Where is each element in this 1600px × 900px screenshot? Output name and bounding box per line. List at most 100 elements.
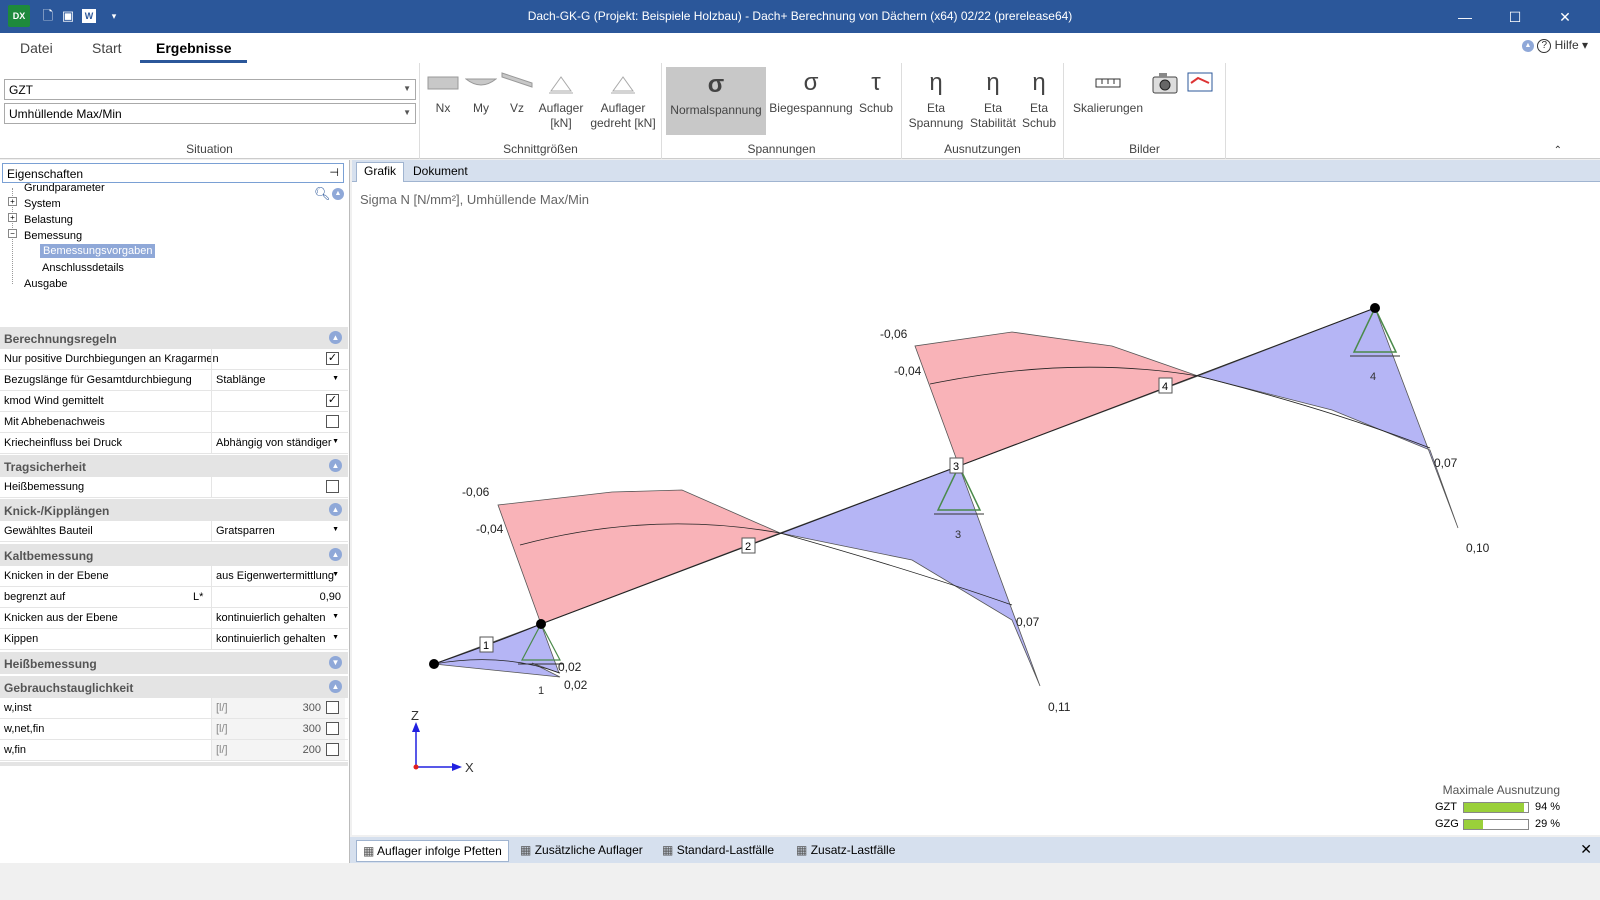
tab-datei[interactable]: Datei	[20, 40, 53, 56]
value-label: 0,02	[558, 660, 582, 674]
help-menu[interactable]: ▲ ? Hilfe ▾	[1521, 38, 1588, 53]
property-row: kmod Wind gemittelt ✓	[0, 391, 348, 412]
buckling-in-plane-select[interactable]: aus Eigenwertermittlung ▼	[211, 566, 345, 586]
property-row: w,inst [l/] 300	[0, 698, 348, 719]
tree-item-system[interactable]: System	[24, 198, 61, 210]
tab-standard-lastfaelle[interactable]: ▦ Standard-Lastfälle	[662, 843, 774, 857]
limit-input[interactable]: 0,90	[211, 587, 345, 607]
auflager-gedreht-button[interactable]: Auflager gedreht [kN]	[590, 69, 656, 131]
property-row: Heißbemessung	[0, 477, 348, 498]
camera-button[interactable]	[1150, 69, 1180, 101]
utilization-row-gzg: GZG 29 %	[1435, 818, 1560, 830]
tab-zusatz-lastfaelle[interactable]: ▦ Zusatz-Lastfälle	[796, 843, 895, 857]
property-label: Kippen	[4, 633, 39, 645]
member-select[interactable]: Gratsparren ▼	[211, 521, 345, 541]
auflager-button[interactable]: Auflager [kN]	[534, 69, 588, 131]
camera-icon	[1152, 73, 1178, 94]
my-button[interactable]: My	[464, 69, 498, 116]
tab-zusaetzliche-auflager[interactable]: ▦ Zusätzliche Auflager	[520, 843, 643, 857]
utilization-percent: 29 %	[1535, 818, 1561, 830]
stress-area-tension	[1196, 307, 1459, 529]
tab-start[interactable]: Start	[92, 40, 122, 56]
close-panel-icon[interactable]: ✕	[1580, 841, 1592, 858]
eta-icon: η	[929, 69, 943, 96]
tree-item-belastung[interactable]: Belastung	[24, 214, 73, 226]
section-tragsicherheit[interactable]: Tragsicherheit ▲	[0, 455, 348, 477]
situation-combo[interactable]: GZT ▼	[4, 79, 416, 100]
w-inst-value[interactable]: 300	[303, 702, 321, 714]
group-label: Ausnutzungen	[944, 142, 1021, 156]
chevron-down-icon: ▼	[332, 438, 339, 445]
eta-stabilitaet-button[interactable]: η Eta Stabilität	[968, 69, 1018, 131]
tab-ergebnisse[interactable]: Ergebnisse	[140, 40, 248, 63]
tree-item-anschlussdetails[interactable]: Anschlussdetails	[42, 262, 124, 274]
property-label: w,net,fin	[4, 723, 45, 735]
tree-expand-icon[interactable]: +	[8, 213, 17, 222]
checkbox-kmod-wind[interactable]: ✓	[326, 394, 339, 407]
vz-button[interactable]: Vz	[500, 69, 534, 116]
axis-gizmo: Z X	[411, 708, 474, 775]
menu-bar: Datei Start Ergebnisse ▲ ? Hilfe ▾	[0, 33, 1600, 63]
section-berechnungsregeln[interactable]: Berechnungsregeln ▲	[0, 327, 348, 349]
skalierungen-button[interactable]: Skalierungen	[1068, 69, 1148, 116]
collapse-ribbon-icon[interactable]: ▲	[1521, 39, 1534, 52]
node-label-3: 3	[953, 461, 959, 473]
property-row: Bezugslänge für Gesamtdurchbiegung Stablä…	[0, 370, 348, 391]
checkbox-w-fin[interactable]	[326, 743, 339, 756]
tree-item-grundparameter[interactable]: Grundparameter	[24, 182, 105, 194]
tree-collapse-icon[interactable]: −	[8, 229, 17, 238]
section-gebrauchstauglichkeit[interactable]: Gebrauchstauglichkeit ▲	[0, 676, 348, 698]
section-kaltbemessung[interactable]: Kaltbemessung ▲	[0, 544, 348, 566]
minimize-button[interactable]: —	[1450, 8, 1480, 26]
checkbox-w-net-fin[interactable]	[326, 722, 339, 735]
eta-spannung-button[interactable]: η Eta Spannung	[906, 69, 966, 131]
chevron-up-icon[interactable]: ▲	[329, 680, 342, 693]
my-icon	[465, 78, 497, 86]
tree-expand-icon[interactable]: +	[8, 197, 17, 206]
group-situation: GZT ▼ Umhüllende Max/Min ▼ Situation	[0, 63, 420, 159]
property-row: Knicken in der Ebene aus Eigenwertermittl…	[0, 566, 348, 587]
w-fin-value[interactable]: 200	[303, 744, 321, 756]
tipping-select[interactable]: kontinuierlich gehalten ▼	[211, 629, 345, 649]
chevron-up-icon[interactable]: ▲	[329, 548, 342, 561]
checkbox-positive-deflection[interactable]: ✓	[326, 352, 339, 365]
tree-item-ausgabe[interactable]: Ausgabe	[24, 278, 67, 290]
section-heissbemessung[interactable]: Heißbemessung ▼	[0, 652, 348, 674]
chevron-down-icon: ▼	[403, 108, 411, 117]
graphic-view: Grafik Dokument Sigma N [N/mm²], Umhülle…	[352, 160, 1600, 835]
close-button[interactable]: ✕	[1550, 8, 1580, 26]
envelope-combo[interactable]: Umhüllende Max/Min ▼	[4, 103, 416, 124]
chevron-up-icon[interactable]: ▲	[329, 331, 342, 344]
buckling-out-plane-select[interactable]: kontinuierlich gehalten ▼	[211, 608, 345, 628]
maximize-button[interactable]: ☐	[1500, 8, 1530, 26]
section-knick-kipplaengen[interactable]: Knick-/Kipplängen ▲	[0, 499, 348, 521]
checkbox-heissbemessung[interactable]	[326, 480, 339, 493]
section-title: Heißbemessung	[4, 657, 97, 671]
pin-icon[interactable]: ⊣	[329, 166, 339, 179]
group-label: Spannungen	[747, 142, 816, 156]
chevron-up-icon[interactable]: ▲	[329, 503, 342, 516]
biegespannung-button[interactable]: σ Biegespannung	[768, 69, 854, 116]
schub-button[interactable]: τ Schub	[856, 69, 896, 116]
chevron-down-icon[interactable]: ▼	[329, 656, 342, 669]
property-label: Knicken aus der Ebene	[4, 612, 118, 624]
chevron-up-icon[interactable]: ▲	[329, 459, 342, 472]
normalspannung-button[interactable]: σ Normalspannung	[666, 67, 766, 135]
tree-item-bemessungsvorgaben[interactable]: Bemessungsvorgaben	[40, 244, 156, 258]
checkbox-abhebenachweis[interactable]	[326, 415, 339, 428]
value-label: -0,04	[476, 522, 504, 536]
eta-icon: η	[1032, 69, 1046, 96]
w-net-fin-value[interactable]: 300	[303, 723, 321, 735]
sigma-icon: σ	[707, 71, 725, 98]
checkbox-w-inst[interactable]	[326, 701, 339, 714]
eta-schub-button[interactable]: η Eta Schub	[1020, 69, 1058, 131]
image-export-button[interactable]	[1184, 69, 1216, 101]
nx-button[interactable]: Nx	[426, 69, 460, 116]
reference-length-select[interactable]: Stablänge ▼	[211, 370, 345, 390]
ribbon: GZT ▼ Umhüllende Max/Min ▼ Situation Nx My…	[0, 63, 1600, 159]
creep-influence-select[interactable]: Abhängig von ständiger ▼	[211, 433, 345, 453]
tab-auflager-pfetten[interactable]: ▦ Auflager infolge Pfetten	[356, 840, 509, 862]
utilization-title: Maximale Ausnutzung	[1442, 783, 1560, 797]
collapse-ribbon-chevron-icon[interactable]: ⌃	[1554, 145, 1562, 156]
tree-item-bemessung[interactable]: Bemessung	[24, 230, 82, 242]
